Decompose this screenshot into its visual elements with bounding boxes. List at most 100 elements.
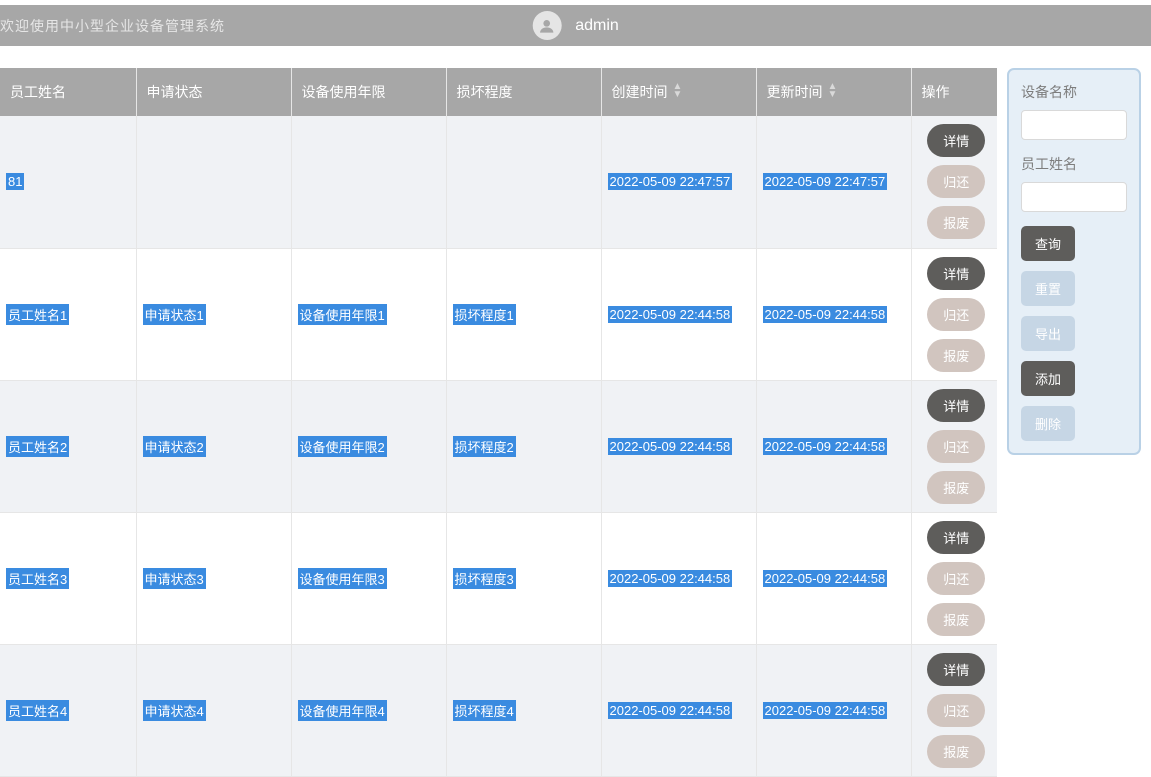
table-row[interactable]: 员工姓名2 申请状态2 设备使用年限2 损坏程度2 2022-05-09 22:44:5… [0,380,997,512]
return-button[interactable]: 归还 [927,430,985,463]
col-usage-year[interactable]: 设备使用年限 [291,68,446,116]
sort-icon[interactable]: ▲▼ [673,83,683,99]
cell-apply_status [136,116,291,248]
table-header-row: 员工姓名 申请状态 设备使用年限 损坏程度 创建时间▲▼ 更新时间▲▼ 操作 [0,68,997,116]
reset-button[interactable]: 重置 [1021,271,1075,306]
cell-value: 设备使用年限4 [298,700,387,721]
cell-value: 损坏程度2 [453,436,516,457]
cell-damage: 损坏程度1 [446,248,601,380]
cell-damage: 损坏程度3 [446,512,601,644]
scrap-button[interactable]: 报废 [927,206,985,239]
cell-ops: 详情归还报废 [911,116,997,248]
cell-usage_year: 设备使用年限3 [291,512,446,644]
cell-employee: 81 [0,116,136,248]
cell-update_time: 2022-05-09 22:44:58 [756,512,911,644]
cell-usage_year [291,116,446,248]
cell-employee: 员工姓名3 [0,512,136,644]
cell-damage: 损坏程度2 [446,380,601,512]
cell-value: 员工姓名2 [6,436,69,457]
sort-icon[interactable]: ▲▼ [828,83,838,99]
cell-apply_status: 申请状态1 [136,248,291,380]
cell-value: 2022-05-09 22:47:57 [608,173,733,190]
cell-employee: 员工姓名4 [0,644,136,776]
header-user[interactable]: admin [532,11,619,40]
cell-usage_year: 设备使用年限2 [291,380,446,512]
cell-value: 2022-05-09 22:44:58 [608,702,733,719]
scrap-button[interactable]: 报废 [927,735,985,768]
filter-employee-label: 员工姓名 [1021,154,1127,174]
cell-apply_status: 申请状态3 [136,512,291,644]
scrap-button[interactable]: 报废 [927,603,985,636]
scrap-button[interactable]: 报废 [927,339,985,372]
cell-value: 员工姓名1 [6,304,69,325]
col-employee[interactable]: 员工姓名 [0,68,136,116]
cell-value: 员工姓名4 [6,700,69,721]
export-button[interactable]: 导出 [1021,316,1075,351]
cell-value: 2022-05-09 22:47:57 [763,173,888,190]
detail-button[interactable]: 详情 [927,257,985,290]
cell-usage_year: 设备使用年限4 [291,644,446,776]
cell-value: 申请状态4 [143,700,206,721]
cell-create_time: 2022-05-09 22:44:58 [601,512,756,644]
cell-value: 申请状态3 [143,568,206,589]
cell-create_time: 2022-05-09 22:44:58 [601,380,756,512]
cell-create_time: 2022-05-09 22:44:58 [601,644,756,776]
cell-employee: 员工姓名2 [0,380,136,512]
avatar-icon [532,11,561,40]
col-create-time[interactable]: 创建时间▲▼ [601,68,756,116]
welcome-text: 欢迎使用中小型企业设备管理系统 [0,16,225,36]
cell-value: 申请状态2 [143,436,206,457]
add-button[interactable]: 添加 [1021,361,1075,396]
return-button[interactable]: 归还 [927,165,985,198]
cell-create_time: 2022-05-09 22:47:57 [601,116,756,248]
cell-damage [446,116,601,248]
cell-create_time: 2022-05-09 22:44:58 [601,248,756,380]
detail-button[interactable]: 详情 [927,521,985,554]
filter-employee-input[interactable] [1021,182,1127,212]
cell-value: 81 [6,173,24,190]
return-button[interactable]: 归还 [927,298,985,331]
cell-employee: 员工姓名1 [0,248,136,380]
cell-value: 2022-05-09 22:44:58 [763,570,888,587]
table-row[interactable]: 员工姓名1申请状态1设备使用年限1损坏程度12022-05-09 22:44:5… [0,248,997,380]
table-row[interactable]: 员工姓名4 申请状态4 设备使用年限4 损坏程度4 2022-05-09 22:44:5… [0,644,997,776]
cell-value: 损坏程度4 [453,700,516,721]
cell-value: 2022-05-09 22:44:58 [608,438,733,455]
cell-ops: 详情归还报废 [911,644,997,776]
col-update-time[interactable]: 更新时间▲▼ [756,68,911,116]
table-row[interactable]: 员工姓名3 申请状态3 设备使用年限3 损坏程度3 2022-05-09 22:44:5… [0,512,997,644]
filter-device-input[interactable] [1021,110,1127,140]
detail-button[interactable]: 详情 [927,653,985,686]
cell-update_time: 2022-05-09 22:44:58 [756,248,911,380]
cell-value: 损坏程度1 [453,304,516,325]
filter-device-label: 设备名称 [1021,82,1127,102]
cell-ops: 详情归还报废 [911,248,997,380]
delete-button[interactable]: 删除 [1021,406,1075,441]
app-header: 欢迎使用中小型企业设备管理系统 admin [0,5,1151,46]
cell-value: 2022-05-09 22:44:58 [608,570,733,587]
col-damage[interactable]: 损坏程度 [446,68,601,116]
col-ops: 操作 [911,68,997,116]
cell-apply_status: 申请状态2 [136,380,291,512]
cell-ops: 详情归还报废 [911,380,997,512]
cell-value: 员工姓名3 [6,568,69,589]
filter-panel: 设备名称 员工姓名 查询 重置 导出 添加 删除 [997,68,1151,777]
cell-damage: 损坏程度4 [446,644,601,776]
return-button[interactable]: 归还 [927,694,985,727]
cell-value: 2022-05-09 22:44:58 [608,306,733,323]
cell-value: 2022-05-09 22:44:58 [763,306,888,323]
scrap-button[interactable]: 报废 [927,471,985,504]
cell-value: 设备使用年限3 [298,568,387,589]
return-button[interactable]: 归还 [927,562,985,595]
cell-apply_status: 申请状态4 [136,644,291,776]
detail-button[interactable]: 详情 [927,389,985,422]
cell-update_time: 2022-05-09 22:44:58 [756,644,911,776]
username: admin [575,17,619,35]
detail-button[interactable]: 详情 [927,124,985,157]
cell-value: 损坏程度3 [453,568,516,589]
query-button[interactable]: 查询 [1021,226,1075,261]
table-row[interactable]: 81 2022-05-09 22:47:57 2022-05-09 22:47:57… [0,116,997,248]
cell-update_time: 2022-05-09 22:44:58 [756,380,911,512]
data-table: 员工姓名 申请状态 设备使用年限 损坏程度 创建时间▲▼ 更新时间▲▼ 操作 8… [0,68,997,777]
col-apply-status[interactable]: 申请状态 [136,68,291,116]
